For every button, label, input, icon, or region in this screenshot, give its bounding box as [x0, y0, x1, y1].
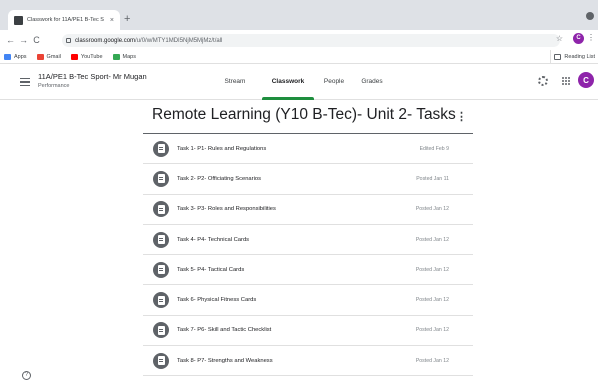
assignment-title: Task 6- Physical Fitness Cards — [177, 297, 257, 304]
main-menu-icon[interactable] — [20, 78, 30, 86]
list-item[interactable]: Task 4- P4- Technical Cards Posted Jan 1… — [143, 225, 473, 256]
assignment-title: Task 8- P7- Strengths and Weakness — [177, 357, 273, 364]
back-button[interactable]: ← — [4, 30, 17, 50]
reading-list-icon — [554, 54, 562, 60]
assignment-icon — [153, 352, 169, 369]
lock-icon — [66, 38, 71, 43]
list-item[interactable]: Task 6- Physical Fitness Cards Posted Ja… — [143, 285, 473, 316]
classroom-favicon-icon — [14, 15, 23, 25]
url-host: classroom.google.com — [75, 37, 136, 44]
bookmark-star-icon[interactable]: ☆ — [556, 34, 563, 43]
assignment-title: Task 1- P1- Rules and Regulations — [177, 145, 267, 152]
bookmark-label: Gmail — [46, 53, 61, 60]
reload-button[interactable]: C — [30, 30, 43, 50]
apps-grid-icon — [4, 53, 11, 60]
list-item[interactable]: Task 8- P7- Strengths and Weakness Poste… — [143, 346, 473, 377]
topic-title: Remote Learning (Y10 B-Tec)- Unit 2- Tas… — [152, 106, 456, 123]
class-subtitle: Performance — [38, 83, 70, 89]
bookmark-apps[interactable]: Apps — [4, 53, 27, 60]
assignment-icon — [153, 140, 169, 157]
tab-close-icon[interactable]: × — [110, 17, 114, 24]
google-apps-icon[interactable] — [562, 77, 570, 85]
bookmark-label: YouTube — [80, 53, 103, 60]
assignment-date: Posted Jan 12 — [415, 266, 449, 273]
list-item[interactable]: Task 7- P6- Skill and Tactic Checklist P… — [143, 316, 473, 347]
assignment-date: Posted Jan 12 — [415, 327, 449, 334]
list-item[interactable]: Task 2- P2- Officiating Scenarios Posted… — [143, 164, 473, 195]
assignment-title: Task 2- P2- Officiating Scenarios — [177, 175, 261, 182]
topic-more-icon[interactable]: ⋮ — [456, 110, 467, 123]
assignment-title: Task 3- P3- Roles and Responsibilities — [177, 206, 276, 213]
browser-tab[interactable]: Classwork for 11A/PE1 B-Tec S × — [8, 10, 120, 30]
bookmark-maps[interactable]: Maps — [112, 53, 136, 60]
bookmark-youtube[interactable]: YouTube — [70, 53, 103, 60]
bookmark-label: Apps — [14, 53, 27, 60]
browser-menu-icon[interactable]: ⋮ — [587, 33, 595, 42]
reading-list-button[interactable]: Reading List — [550, 50, 598, 64]
list-item[interactable]: Task 3- P3- Roles and Responsibilities P… — [143, 195, 473, 225]
maps-icon — [112, 53, 120, 60]
assignment-icon — [153, 322, 169, 339]
window-control-icon[interactable] — [586, 12, 594, 20]
classroom-header: 11A/PE1 B-Tec Sport- Mr Mugan Performanc… — [0, 64, 598, 100]
assignment-icon — [153, 170, 169, 187]
assignment-date: Posted Jan 12 — [415, 357, 449, 364]
assignment-date: Posted Jan 12 — [415, 297, 449, 304]
class-tabs: Stream Classwork People Grades — [212, 64, 390, 100]
bookmark-gmail[interactable]: Gmail — [36, 53, 61, 60]
tab-title: Classwork for 11A/PE1 B-Tec S — [27, 17, 104, 23]
avatar[interactable]: C — [578, 72, 594, 88]
forward-button[interactable]: → — [17, 30, 30, 50]
assignment-date: Posted Jan 11 — [416, 175, 449, 182]
tab-classwork[interactable]: Classwork — [262, 64, 314, 100]
assignment-title: Task 4- P4- Technical Cards — [177, 236, 250, 243]
browser-tab-bar: Classwork for 11A/PE1 B-Tec S × + — [0, 0, 598, 30]
reading-list-label: Reading List — [564, 54, 595, 60]
tab-stream[interactable]: Stream — [212, 64, 258, 99]
help-icon[interactable]: ? — [22, 371, 31, 380]
assignment-icon — [153, 292, 169, 309]
youtube-icon — [70, 53, 78, 60]
url-text: classroom.google.com/u/0/w/MTY1MDI5NjM5M… — [75, 38, 222, 44]
assignment-title: Task 7- P6- Skill and Tactic Checklist — [177, 327, 272, 334]
tab-grades[interactable]: Grades — [354, 64, 390, 99]
settings-gear-icon[interactable] — [538, 76, 548, 86]
assignment-icon — [153, 261, 169, 278]
browser-profile-button[interactable]: C — [573, 33, 584, 44]
assignment-date: Edited Feb 9 — [419, 145, 449, 152]
browser-toolbar: ← → C classroom.google.com/u/0/w/MTY1MDI… — [0, 30, 598, 50]
assignment-date: Posted Jan 12 — [415, 236, 449, 243]
list-item[interactable]: Task 5- P4- Tactical Cards Posted Jan 12 — [143, 255, 473, 286]
list-item[interactable]: Task 1- P1- Rules and Regulations Edited… — [143, 134, 473, 165]
assignment-list: Task 1- P1- Rules and Regulations Edited… — [143, 134, 473, 377]
address-bar[interactable]: classroom.google.com/u/0/w/MTY1MDI5NjM5M… — [62, 34, 560, 47]
assignment-icon — [153, 201, 169, 218]
class-title[interactable]: 11A/PE1 B-Tec Sport- Mr Mugan — [38, 72, 147, 81]
gmail-icon — [36, 53, 44, 60]
assignment-title: Task 5- P4- Tactical Cards — [177, 266, 245, 273]
tab-people[interactable]: People — [314, 64, 354, 99]
assignment-date: Posted Jan 12 — [415, 206, 449, 213]
new-tab-button[interactable]: + — [124, 13, 130, 25]
bookmark-label: Maps — [122, 53, 136, 60]
assignment-icon — [153, 231, 169, 248]
bookmarks-bar: Apps Gmail YouTube Maps — [0, 50, 598, 64]
url-path: /u/0/w/MTY1MDI5NjM5MjMz/t/all — [135, 37, 223, 44]
